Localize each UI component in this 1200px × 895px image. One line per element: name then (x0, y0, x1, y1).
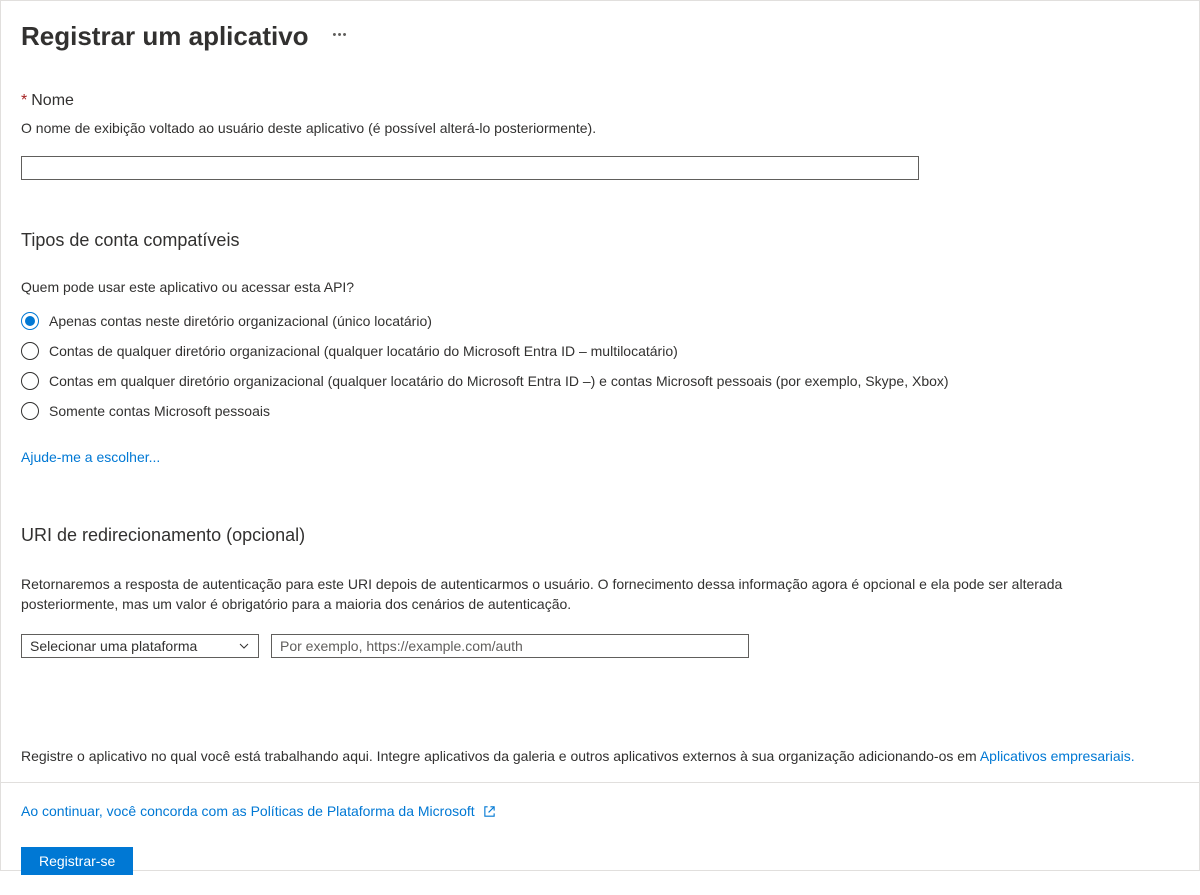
radio-icon (21, 312, 39, 330)
page-title: Registrar um aplicativo (21, 21, 309, 52)
external-link-icon (483, 805, 496, 818)
radio-label: Contas em qualquer diretório organizacio… (49, 371, 949, 391)
radio-icon (21, 402, 39, 420)
redirect-uri-section: URI de redirecionamento (opcional) Retor… (21, 525, 1179, 658)
bottom-panel: Ao continuar, você concorda com as Polít… (1, 782, 1199, 895)
name-field-section: * Nome O nome de exibição voltado ao usu… (21, 92, 1179, 180)
name-label: Nome (31, 92, 74, 110)
enterprise-apps-link[interactable]: Aplicativos empresariais. (980, 748, 1135, 764)
radio-label: Contas de qualquer diretório organizacio… (49, 341, 678, 361)
platform-select[interactable]: Selecionar uma plataforma (21, 634, 259, 658)
radio-option-single-tenant[interactable]: Apenas contas neste diretório organizaci… (21, 311, 1179, 331)
redirect-uri-input[interactable] (271, 634, 749, 658)
radio-label: Somente contas Microsoft pessoais (49, 401, 270, 421)
required-indicator: * (21, 92, 27, 110)
account-types-title: Tipos de conta compatíveis (21, 230, 1179, 251)
radio-icon (21, 372, 39, 390)
help-me-choose-link[interactable]: Ajude-me a escolher... (21, 449, 160, 465)
radio-label: Apenas contas neste diretório organizaci… (49, 311, 432, 331)
platform-policy-link[interactable]: Ao continuar, você concorda com as Polít… (21, 803, 475, 819)
footer-note-text: Registre o aplicativo no qual você está … (21, 748, 980, 764)
platform-select-text: Selecionar uma plataforma (30, 638, 197, 654)
more-actions-icon[interactable]: ••• (333, 29, 348, 45)
redirect-uri-title: URI de redirecionamento (opcional) (21, 525, 1179, 546)
account-types-subtext: Quem pode usar este aplicativo ou acessa… (21, 279, 1179, 295)
radio-option-personal-only[interactable]: Somente contas Microsoft pessoais (21, 401, 1179, 421)
account-types-radio-group: Apenas contas neste diretório organizaci… (21, 311, 1179, 421)
radio-option-multi-tenant-personal[interactable]: Contas em qualquer diretório organizacio… (21, 371, 1179, 391)
account-types-section: Tipos de conta compatíveis Quem pode usa… (21, 230, 1179, 465)
footer-note: Registre o aplicativo no qual você está … (21, 748, 1179, 764)
name-description: O nome de exibição voltado ao usuário de… (21, 120, 1179, 136)
redirect-uri-description: Retornaremos a resposta de autenticação … (21, 574, 1121, 614)
radio-option-multi-tenant[interactable]: Contas de qualquer diretório organizacio… (21, 341, 1179, 361)
name-input[interactable] (21, 156, 919, 180)
radio-icon (21, 342, 39, 360)
chevron-down-icon (238, 640, 250, 652)
